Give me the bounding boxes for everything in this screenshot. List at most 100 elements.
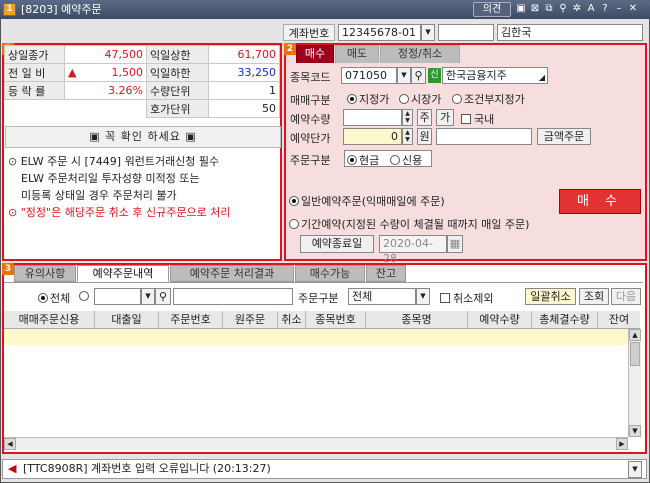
notice-header: ▣ 꼭 확인 하세요 ▣ <box>5 126 281 148</box>
filter-stock-input[interactable] <box>94 288 141 305</box>
stock-code-input[interactable]: 071050 <box>341 67 397 84</box>
price-stepper[interactable]: ▲ ▼ <box>402 128 413 145</box>
scroll-left-icon[interactable]: ◀ <box>4 438 16 450</box>
help-icon[interactable]: ? <box>599 2 611 17</box>
minimize-icon[interactable]: – <box>613 2 625 17</box>
domestic-checkbox[interactable]: 국내 <box>461 111 494 127</box>
column-header[interactable]: 잔여 <box>598 311 640 329</box>
radio-general-reserve[interactable]: 일반예약주문(익매매일에 주문) <box>289 193 445 209</box>
font-size-icon[interactable]: A <box>585 2 597 17</box>
column-header[interactable]: 예약수량 <box>468 311 532 329</box>
quote-value: 3.26% <box>64 81 147 100</box>
column-header[interactable]: 주문번호 <box>159 311 223 329</box>
tab-notice[interactable]: 유의사항 <box>14 265 76 282</box>
stock-code-label: 종목코드 <box>290 71 331 84</box>
scroll-up-icon[interactable]: ▲ <box>629 329 641 341</box>
notice-line: ⊙ "정정"은 해당주문 취소 후 신규주문으로 처리 <box>8 206 231 219</box>
speaker-icon: ◀ <box>8 462 17 475</box>
batch-cancel-button[interactable]: 일괄취소 <box>525 288 576 305</box>
column-header[interactable]: 취소 <box>278 311 306 329</box>
next-button[interactable]: 다음 <box>611 288 641 305</box>
quote-label <box>5 100 65 118</box>
qty-calc-button[interactable]: 가 <box>436 109 454 126</box>
amount-input[interactable] <box>436 128 532 145</box>
scroll-down-icon[interactable]: ▼ <box>629 425 641 437</box>
section-3-badge: 3 <box>2 263 14 275</box>
column-header[interactable]: 총체결수량 <box>532 311 598 329</box>
column-header[interactable]: 대출일 <box>95 311 159 329</box>
calendar-icon[interactable]: ▦ <box>447 235 463 253</box>
quote-label: 전 일 비 <box>4 63 65 82</box>
reserve-price-label: 예약단가 <box>290 132 331 145</box>
square-icon: ▣ <box>89 130 101 143</box>
column-header[interactable]: 종목명 <box>366 311 468 329</box>
trade-type-label: 매매구분 <box>290 94 331 107</box>
notice-header-text: 꼭 확인 하세요 <box>105 130 181 143</box>
radio-credit[interactable]: 신용 <box>390 152 422 168</box>
order-kind-label: 주문구분 <box>290 154 331 167</box>
scroll-right-icon[interactable]: ▶ <box>616 438 628 450</box>
tab-reservation-history[interactable]: 예약주문내역 <box>77 265 169 282</box>
password-input[interactable] <box>438 24 494 41</box>
search-button[interactable]: 조회 <box>579 288 609 305</box>
settings-icon[interactable]: ✲ <box>571 2 583 17</box>
bullet-icon: ⊙ <box>8 206 21 219</box>
copy-icon[interactable]: ⧉ <box>543 2 555 17</box>
account-dropdown-icon[interactable]: ▼ <box>421 24 435 41</box>
radio-period-reserve[interactable]: 기간예약(지정된 수량이 체결될 때까지 매일 주문) <box>289 216 529 232</box>
quote-value: 47,500 <box>64 45 147 64</box>
column-header[interactable]: 매매주문신용 <box>4 311 95 329</box>
tab-processing-result[interactable]: 예약주문 처리결과 <box>170 265 294 282</box>
window-title: [8203] 예약주문 <box>21 3 102 16</box>
radio-market[interactable]: 시장가 <box>399 91 441 107</box>
price-unit: 원 <box>417 128 432 145</box>
amount-order-button[interactable]: 금액주문 <box>537 128 591 145</box>
radio-limit[interactable]: 지정가 <box>347 91 389 107</box>
up-triangle-icon: ▲ <box>68 66 77 79</box>
tab-balance[interactable]: 잔고 <box>366 265 406 282</box>
radio-cash[interactable]: 현금 <box>347 152 379 168</box>
opinion-button[interactable]: 의견 <box>473 2 511 17</box>
buy-button[interactable]: 매 수 <box>559 189 641 214</box>
tab-modify-cancel[interactable]: 정정/취소 <box>380 45 460 63</box>
search-icon[interactable]: ⚲ <box>411 67 426 84</box>
column-header[interactable]: 원주문 <box>223 311 278 329</box>
radio-conditional[interactable]: 조건부지정가 <box>452 91 525 107</box>
order-type-dropdown-icon[interactable]: ▼ <box>416 288 430 305</box>
order-type-filter-label: 주문구분 <box>298 292 339 305</box>
tab-buy-available[interactable]: 매수가능 <box>295 265 365 282</box>
grid-icon[interactable]: ⊠ <box>529 2 541 17</box>
radio-all[interactable]: 전체 <box>38 290 70 306</box>
credit-badge: 신 <box>428 68 441 83</box>
stock-code-dropdown-icon[interactable]: ▼ <box>397 67 411 84</box>
qty-stepper[interactable]: ▲ ▼ <box>402 109 413 126</box>
column-header[interactable]: 종목번호 <box>306 311 366 329</box>
quote-label: 익일상한 <box>146 45 209 64</box>
account-number-input[interactable]: 12345678-01 <box>338 24 421 41</box>
quote-value: ▲ 1,500 <box>64 63 147 82</box>
vertical-scrollbar[interactable]: ▲ ▼ <box>628 329 641 437</box>
radio-stock[interactable] <box>79 290 91 303</box>
window-number-badge: 1 <box>3 3 16 16</box>
reserve-qty-input[interactable] <box>343 109 402 126</box>
order-type-select[interactable]: 전체 <box>348 288 416 305</box>
section-2-badge: 2 <box>284 43 296 55</box>
quote-value <box>65 100 147 118</box>
horizontal-scrollbar[interactable]: ◀ ▶ <box>4 437 628 450</box>
notice-line: ELW 주문처리일 투자성향 미적정 또는 <box>21 172 200 185</box>
filter-search-icon[interactable]: ⚲ <box>155 288 171 305</box>
reserve-qty-label: 예약수량 <box>290 113 331 126</box>
scroll-thumb[interactable] <box>630 342 640 366</box>
close-icon[interactable]: ✕ <box>627 2 639 17</box>
table-row[interactable] <box>4 329 628 345</box>
reserve-price-input[interactable]: 0 <box>343 128 402 145</box>
filter-stock-dropdown-icon[interactable]: ▼ <box>141 288 155 305</box>
exclude-cancel-checkbox[interactable]: 취소제외 <box>440 290 493 306</box>
reserve-end-date-input[interactable]: 2020-04-28 <box>379 235 447 265</box>
quote-value: 50 <box>208 99 280 118</box>
status-dropdown-icon[interactable]: ▼ <box>628 461 642 478</box>
pin-icon[interactable]: ⚲ <box>557 2 569 17</box>
tab-buy[interactable]: 매수 <box>296 45 334 63</box>
tab-sell[interactable]: 매도 <box>335 45 379 63</box>
print-icon[interactable]: ▣ <box>515 2 527 17</box>
